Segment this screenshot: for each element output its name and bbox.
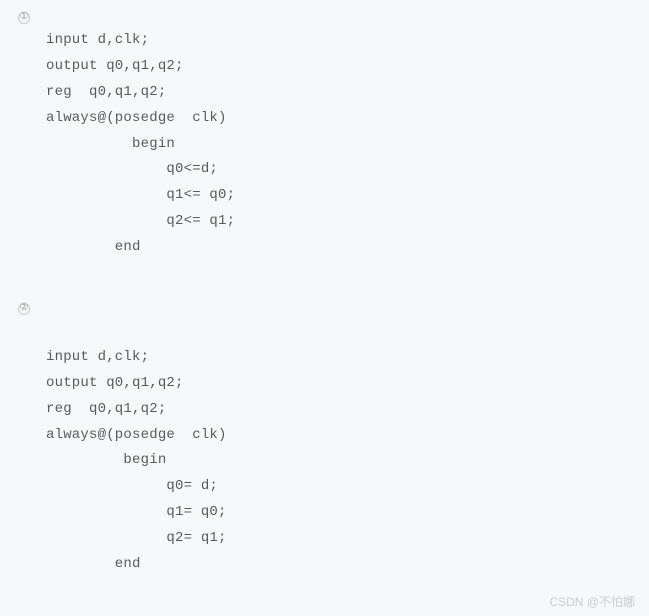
code-line: input d,clk; bbox=[46, 32, 149, 48]
code-line: q2= q1; bbox=[46, 530, 227, 546]
code-line: always@(posedge clk) bbox=[46, 427, 227, 443]
code-line: q1= q0; bbox=[46, 504, 227, 520]
code-block-1: input d,clk; output q0,q1,q2; reg q0,q1,… bbox=[46, 28, 631, 261]
code-line: reg q0,q1,q2; bbox=[46, 401, 166, 417]
code-line: end bbox=[46, 556, 141, 572]
code-line: begin bbox=[46, 136, 175, 152]
code-line: always@(posedge clk) bbox=[46, 110, 227, 126]
code-line: output q0,q1,q2; bbox=[46, 58, 184, 74]
code-content: ① input d,clk; output q0,q1,q2; reg q0,q… bbox=[0, 0, 649, 586]
marker-1: ① bbox=[18, 12, 30, 24]
code-line: q2<= q1; bbox=[46, 213, 235, 229]
watermark: CSDN @不怕娜 bbox=[549, 593, 635, 610]
code-line: q1<= q0; bbox=[46, 187, 235, 203]
code-line: q0= d; bbox=[46, 478, 218, 494]
code-line: input d,clk; bbox=[46, 349, 149, 365]
block-2: ② input d,clk; output q0,q1,q2; reg q0,q… bbox=[18, 299, 631, 578]
code-line: reg q0,q1,q2; bbox=[46, 84, 166, 100]
marker-2: ② bbox=[18, 303, 30, 315]
block-1: ① input d,clk; output q0,q1,q2; reg q0,q… bbox=[18, 8, 631, 261]
code-line: q0<=d; bbox=[46, 161, 218, 177]
code-block-2: input d,clk; output q0,q1,q2; reg q0,q1,… bbox=[46, 319, 631, 578]
code-line: begin bbox=[46, 452, 166, 468]
code-line: output q0,q1,q2; bbox=[46, 375, 184, 391]
code-line: end bbox=[46, 239, 141, 255]
